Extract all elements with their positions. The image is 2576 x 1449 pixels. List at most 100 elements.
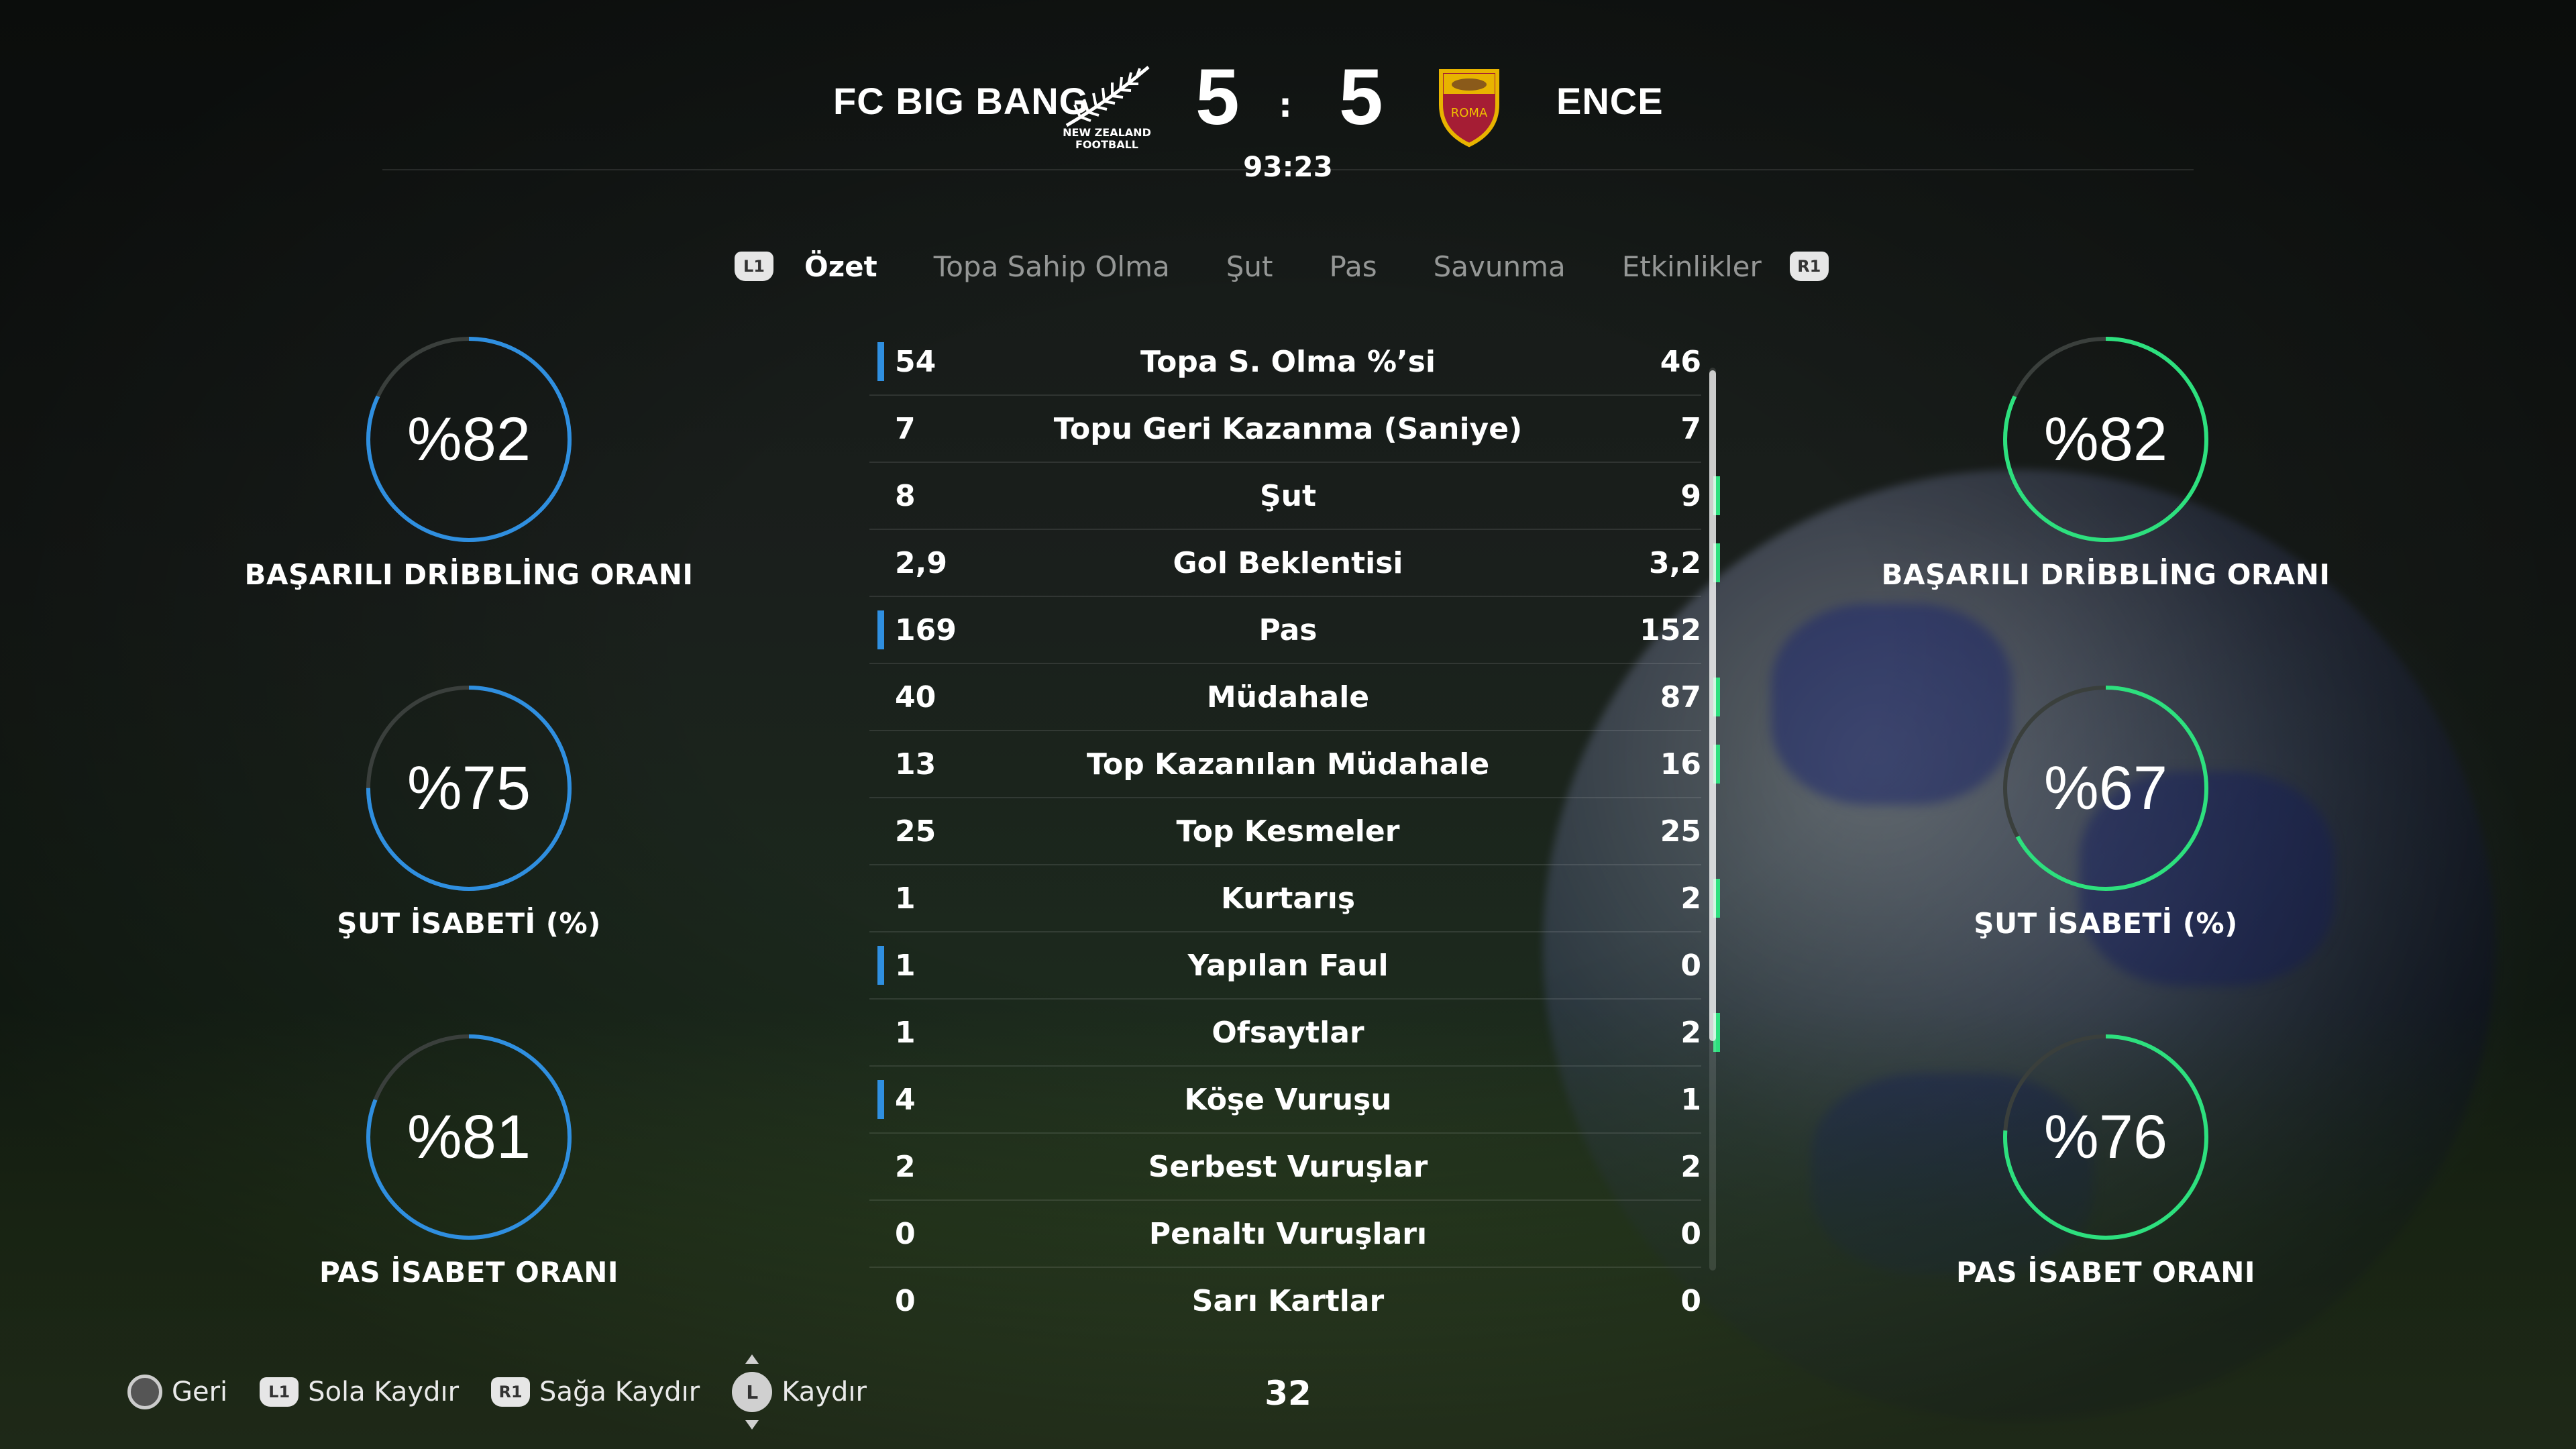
r1-button-badge[interactable]: R1 <box>1789 252 1829 281</box>
away-value: 2 <box>1680 881 1701 916</box>
home-gauge-pass-accuracy: %81 <box>365 1033 573 1241</box>
stat-row-passes: 169 Pas 152 <box>869 597 1701 664</box>
scroll-right-label: Sağa Kaydır <box>539 1377 700 1407</box>
l1-button-badge[interactable]: L1 <box>735 252 773 281</box>
score-separator: : <box>1279 86 1292 125</box>
away-value: 16 <box>1660 747 1701 782</box>
arrow-up-icon <box>745 1354 759 1364</box>
tab-events[interactable]: Etkinlikler <box>1622 250 1762 283</box>
away-gauge-pass-accuracy: %76 <box>2002 1033 2210 1241</box>
stat-row-tackles: 40 Müdahale 87 <box>869 664 1720 731</box>
away-value: 2 <box>1680 1016 1701 1050</box>
r1-button-badge: R1 <box>491 1377 531 1407</box>
stat-row-free-kicks: 2 Serbest Vuruşlar 2 <box>869 1134 1701 1201</box>
crest-text-line-1: NEW ZEALAND <box>1063 126 1151 139</box>
back-label: Geri <box>172 1377 228 1407</box>
gauge-label: PAS İSABET ORANI <box>1956 1256 2255 1289</box>
away-gauge-shot-accuracy: %67 <box>2002 684 2210 892</box>
tab-shooting[interactable]: Şut <box>1226 250 1273 283</box>
stat-label: Topa S. Olma %’si <box>1140 345 1436 379</box>
header-divider <box>382 169 2194 170</box>
l1-button-badge: L1 <box>260 1377 299 1407</box>
left-stick-icon: L <box>732 1354 773 1430</box>
stat-row-expected-goals: 2,9 Gol Beklentisi 3,2 <box>869 530 1720 597</box>
tab-bar: L1 Özet Topa Sahip Olma Şut Pas Savunma … <box>735 243 1829 290</box>
gauge-value: %81 <box>407 1102 531 1171</box>
home-gauge-dribbling: %82 <box>365 335 573 543</box>
stat-row-fouls: 1 Yapılan Faul 0 <box>869 932 1701 1000</box>
home-team-crest: NEW ZEALAND FOOTBALL <box>1060 62 1154 156</box>
away-gauge-dribbling: %82 <box>2002 335 2210 543</box>
stick-letter: L <box>746 1381 759 1403</box>
page-number: 32 <box>1265 1374 1311 1413</box>
circle-button-icon <box>127 1375 162 1409</box>
stat-label: Ofsaytlar <box>1212 1016 1364 1050</box>
gauge-label: BAŞARILI DRİBBLİNG ORANI <box>1881 558 2330 591</box>
scroll-right-prompt[interactable]: R1 Sağa Kaydır <box>491 1377 700 1407</box>
stat-row-penalties: 0 Penaltı Vuruşları 0 <box>869 1201 1701 1268</box>
tab-passing[interactable]: Pas <box>1330 250 1377 283</box>
away-value: 152 <box>1640 613 1701 647</box>
away-value: 25 <box>1660 814 1701 849</box>
stats-table[interactable]: 54 Topa S. Olma %’si 46 7 Topu Geri Kazanma… <box>869 329 1720 1334</box>
tab-possession[interactable]: Topa Sahip Olma <box>934 250 1170 283</box>
away-value: 1 <box>1680 1083 1701 1117</box>
gauge-label: BAŞARILI DRİBBLİNG ORANI <box>244 558 694 591</box>
home-team-name: FC BIG BANG <box>833 80 1089 122</box>
tab-summary[interactable]: Özet <box>804 250 877 283</box>
stat-row-interceptions: 25 Top Kesmeler 25 <box>869 798 1701 865</box>
arrow-down-icon <box>745 1420 759 1430</box>
away-team-crest: ROMA <box>1436 64 1503 148</box>
scroll-prompt[interactable]: L Kaydır <box>732 1354 867 1430</box>
scroll-left-prompt[interactable]: L1 Sola Kaydır <box>260 1377 459 1407</box>
stat-label: Top Kesmeler <box>1176 814 1400 849</box>
gauge-label: PAS İSABET ORANI <box>319 1256 619 1289</box>
stat-row-tackles-won: 13 Top Kazanılan Müdahale 16 <box>869 731 1720 798</box>
away-value: 3,2 <box>1649 546 1701 580</box>
away-score: 5 <box>1339 53 1383 142</box>
stats-scroll-thumb[interactable] <box>1709 370 1716 1041</box>
crest-text: ROMA <box>1450 106 1488 120</box>
stat-row-possession: 54 Topa S. Olma %’si 46 <box>869 329 1701 396</box>
away-value: 87 <box>1660 680 1701 714</box>
stat-row-offsides: 1 Ofsaytlar 2 <box>869 1000 1720 1067</box>
gauge-value: %76 <box>2043 1102 2168 1171</box>
away-value: 0 <box>1680 1217 1701 1251</box>
stat-row-saves: 1 Kurtarış 2 <box>869 865 1720 932</box>
stat-row-yellow-cards: 0 Sarı Kartlar 0 <box>869 1268 1701 1334</box>
back-prompt[interactable]: Geri <box>127 1375 227 1409</box>
stat-label: Köşe Vuruşu <box>1184 1083 1392 1117</box>
stat-label: Sarı Kartlar <box>1191 1284 1385 1318</box>
away-value: 2 <box>1680 1150 1701 1184</box>
stat-label: Pas <box>1258 613 1318 647</box>
away-team-name: ENCE <box>1556 80 1664 122</box>
gauge-value: %82 <box>2043 405 2168 474</box>
stat-label: Şut <box>1259 479 1317 513</box>
stat-label: Serbest Vuruşlar <box>1148 1150 1428 1184</box>
away-value: 0 <box>1680 1284 1701 1318</box>
stat-row-corners: 4 Köşe Vuruşu 1 <box>869 1067 1701 1134</box>
tab-defending[interactable]: Savunma <box>1434 250 1566 283</box>
gauge-label: ŞUT İSABETİ (%) <box>1974 907 2238 940</box>
stat-label: Yapılan Faul <box>1187 949 1389 983</box>
scroll-left-label: Sola Kaydır <box>308 1377 460 1407</box>
stat-label: Top Kazanılan Müdahale <box>1086 747 1490 782</box>
crest-text-line-2: FOOTBALL <box>1075 138 1138 151</box>
stat-row-shots: 8 Şut 9 <box>869 463 1720 530</box>
away-value: 7 <box>1680 412 1701 446</box>
gauge-value: %82 <box>407 405 531 474</box>
scroll-label: Kaydır <box>782 1377 867 1407</box>
gauge-label: ŞUT İSABETİ (%) <box>337 907 601 940</box>
match-clock: 93:23 <box>1243 150 1333 183</box>
stat-label: Müdahale <box>1206 680 1370 714</box>
home-gauge-shot-accuracy: %75 <box>365 684 573 892</box>
stat-label: Kurtarış <box>1220 881 1356 916</box>
fern-icon <box>1065 66 1150 127</box>
button-prompts: Geri L1 Sola Kaydır R1 Sağa Kaydır L Kay… <box>127 1354 899 1430</box>
stat-label: Topu Geri Kazanma (Saniye) <box>1053 412 1523 446</box>
gauge-value: %75 <box>407 753 531 822</box>
stat-label: Gol Beklentisi <box>1173 546 1403 580</box>
away-value: 9 <box>1680 479 1701 513</box>
away-value: 0 <box>1680 949 1701 983</box>
stat-label: Penaltı Vuruşları <box>1148 1217 1428 1251</box>
